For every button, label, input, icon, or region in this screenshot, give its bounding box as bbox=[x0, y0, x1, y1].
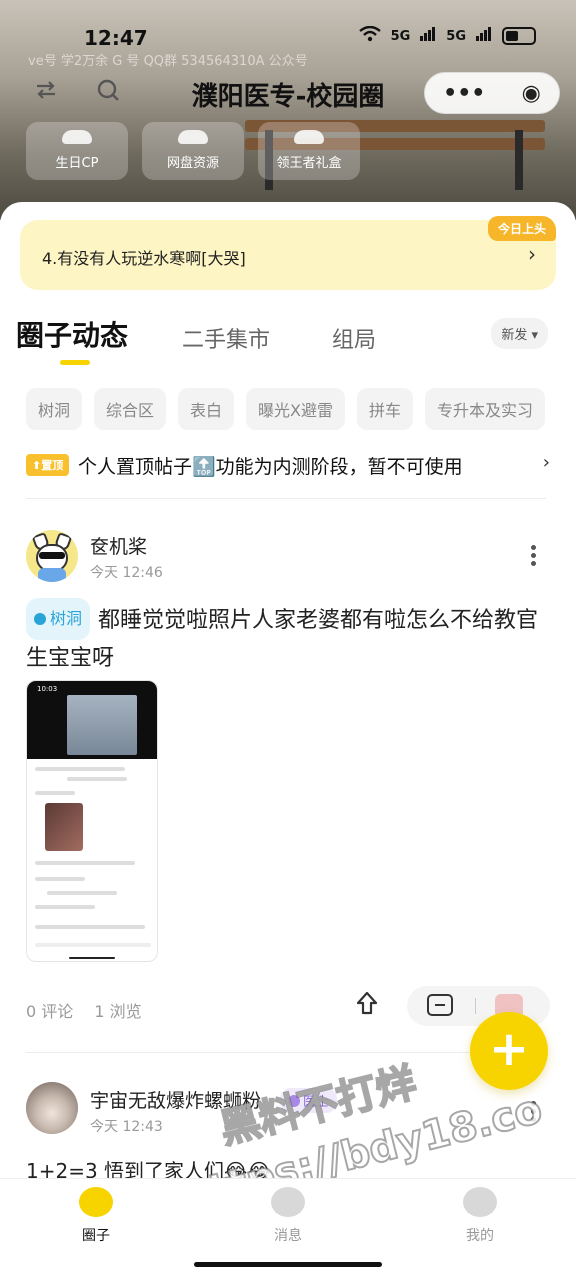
pin-badge: ⬆置顶 bbox=[26, 454, 70, 476]
quick-link-label: 网盘资源 bbox=[166, 156, 219, 171]
chip-upgrade-intern[interactable]: 专升本及实习 bbox=[425, 388, 546, 430]
quick-links: 生日CP 网盘资源 领王者礼盒 bbox=[26, 122, 360, 180]
post-username[interactable]: 宇宙无敌爆炸螺蛳粉 bbox=[90, 1086, 261, 1113]
topic-icon bbox=[34, 613, 46, 625]
avatar[interactable] bbox=[26, 1082, 78, 1134]
close-program-button[interactable]: ◉ bbox=[522, 81, 541, 106]
pinned-notice[interactable]: ⬆置顶 个人置顶帖子🔝功能为内测阶段，暂不可使用 › bbox=[26, 452, 550, 482]
cloud-icon bbox=[178, 130, 208, 144]
birthday-icon bbox=[62, 130, 92, 144]
tab-messages[interactable]: 消息 bbox=[238, 1187, 338, 1245]
level-badge: 医士 bbox=[280, 1088, 338, 1113]
tab-second-hand[interactable]: 二手集市 bbox=[182, 322, 270, 354]
profile-icon bbox=[463, 1187, 497, 1217]
more-menu-button[interactable]: ••• bbox=[443, 81, 485, 106]
level-label: 医士 bbox=[303, 1095, 330, 1110]
chevron-right-icon: › bbox=[542, 452, 550, 473]
signal-5g-2: 5G bbox=[446, 28, 466, 44]
message-icon bbox=[271, 1187, 305, 1217]
gift-icon bbox=[294, 130, 324, 144]
feed-tabs: 圈子动态 二手集市 组局 新发 ▾ bbox=[16, 316, 560, 366]
post-username[interactable]: 奁机桨 bbox=[90, 532, 147, 559]
post-time: 今天 12:46 bbox=[90, 565, 163, 581]
tab-circle[interactable]: 圈子 bbox=[46, 1187, 146, 1245]
post-image[interactable]: 10:03 bbox=[26, 680, 158, 962]
share-icon[interactable] bbox=[355, 990, 379, 1022]
comment-count: 0 评论 bbox=[26, 1002, 74, 1021]
quick-link-birthday-cp[interactable]: 生日CP bbox=[26, 122, 128, 180]
mini-program-capsule: ••• ◉ bbox=[424, 72, 560, 114]
topic-badge[interactable]: 树洞 bbox=[26, 598, 91, 640]
home-indicator bbox=[194, 1262, 382, 1267]
quick-link-gift[interactable]: 领王者礼盒 bbox=[258, 122, 360, 180]
status-time: 12:47 bbox=[84, 26, 148, 50]
signal-bars-icon bbox=[420, 27, 436, 45]
tab-label: 消息 bbox=[274, 1228, 302, 1244]
post-stats: 0 评论 1 浏览 bbox=[26, 998, 158, 1022]
comment-icon[interactable] bbox=[427, 994, 453, 1016]
create-post-button[interactable]: + bbox=[470, 1012, 548, 1090]
status-icons: 5G 5G bbox=[358, 25, 536, 46]
notice-text: 4.有没有人玩逆水寒啊[大哭] bbox=[42, 249, 246, 268]
hot-notice[interactable]: 今日上头 4.有没有人玩逆水寒啊[大哭] › bbox=[20, 216, 556, 290]
status-bar: 12:47 ve号 学2万余 G 号 QQ群 534564310A 公众号 5G… bbox=[0, 0, 576, 72]
quick-link-netdisk[interactable]: 网盘资源 bbox=[142, 122, 244, 180]
chip-confession[interactable]: 表白 bbox=[178, 388, 235, 430]
chip-carpool[interactable]: 拼车 bbox=[357, 388, 414, 430]
tab-profile[interactable]: 我的 bbox=[430, 1187, 530, 1245]
nav-bar: 濮阳医专-校园圈 ••• ◉ bbox=[0, 66, 576, 122]
view-count: 1 浏览 bbox=[94, 1002, 142, 1021]
post-content: 树洞 都睡觉觉啦照片人家老婆都有啦怎么不给教官生宝宝呀 bbox=[26, 598, 550, 678]
post-body: 都睡觉觉啦照片人家老婆都有啦怎么不给教官生宝宝呀 bbox=[26, 608, 539, 671]
pinned-text: 个人置顶帖子🔝功能为内测阶段，暂不可使用 bbox=[78, 456, 463, 478]
quick-link-label: 领王者礼盒 bbox=[276, 156, 342, 171]
signal-bars-icon-2 bbox=[476, 27, 492, 45]
wifi-icon bbox=[358, 25, 381, 46]
chip-general[interactable]: 综合区 bbox=[94, 388, 167, 430]
topic-chips: 树洞 综合区 表白 曝光X避雷 拼车 专升本及实习 bbox=[26, 388, 546, 430]
topic-label: 树洞 bbox=[50, 609, 83, 628]
signal-5g-1: 5G bbox=[390, 28, 411, 44]
chevron-right-icon: › bbox=[528, 242, 536, 266]
more-options-icon[interactable] bbox=[531, 1098, 536, 1125]
active-tab-indicator bbox=[60, 360, 90, 365]
today-hot-badge: 今日上头 bbox=[487, 216, 556, 241]
tab-label: 圈子 bbox=[82, 1228, 110, 1244]
tab-circle-feed[interactable]: 圈子动态 bbox=[16, 314, 128, 354]
tab-label: 我的 bbox=[466, 1228, 494, 1244]
battery-icon bbox=[502, 27, 536, 45]
sort-dropdown[interactable]: 新发 ▾ bbox=[491, 318, 548, 349]
tab-group-up[interactable]: 组局 bbox=[332, 322, 376, 354]
divider bbox=[26, 1052, 546, 1053]
more-options-icon[interactable] bbox=[531, 542, 536, 569]
chip-exposure[interactable]: 曝光X避雷 bbox=[246, 388, 346, 430]
post-time: 今天 12:43 bbox=[90, 1119, 163, 1135]
chip-tree-hole[interactable]: 树洞 bbox=[26, 388, 83, 430]
screenshot-time: 10:03 bbox=[37, 685, 58, 693]
level-icon bbox=[288, 1095, 300, 1107]
divider bbox=[26, 498, 546, 499]
circle-icon bbox=[79, 1187, 113, 1217]
quick-link-label: 生日CP bbox=[55, 156, 99, 171]
avatar[interactable] bbox=[26, 530, 78, 582]
